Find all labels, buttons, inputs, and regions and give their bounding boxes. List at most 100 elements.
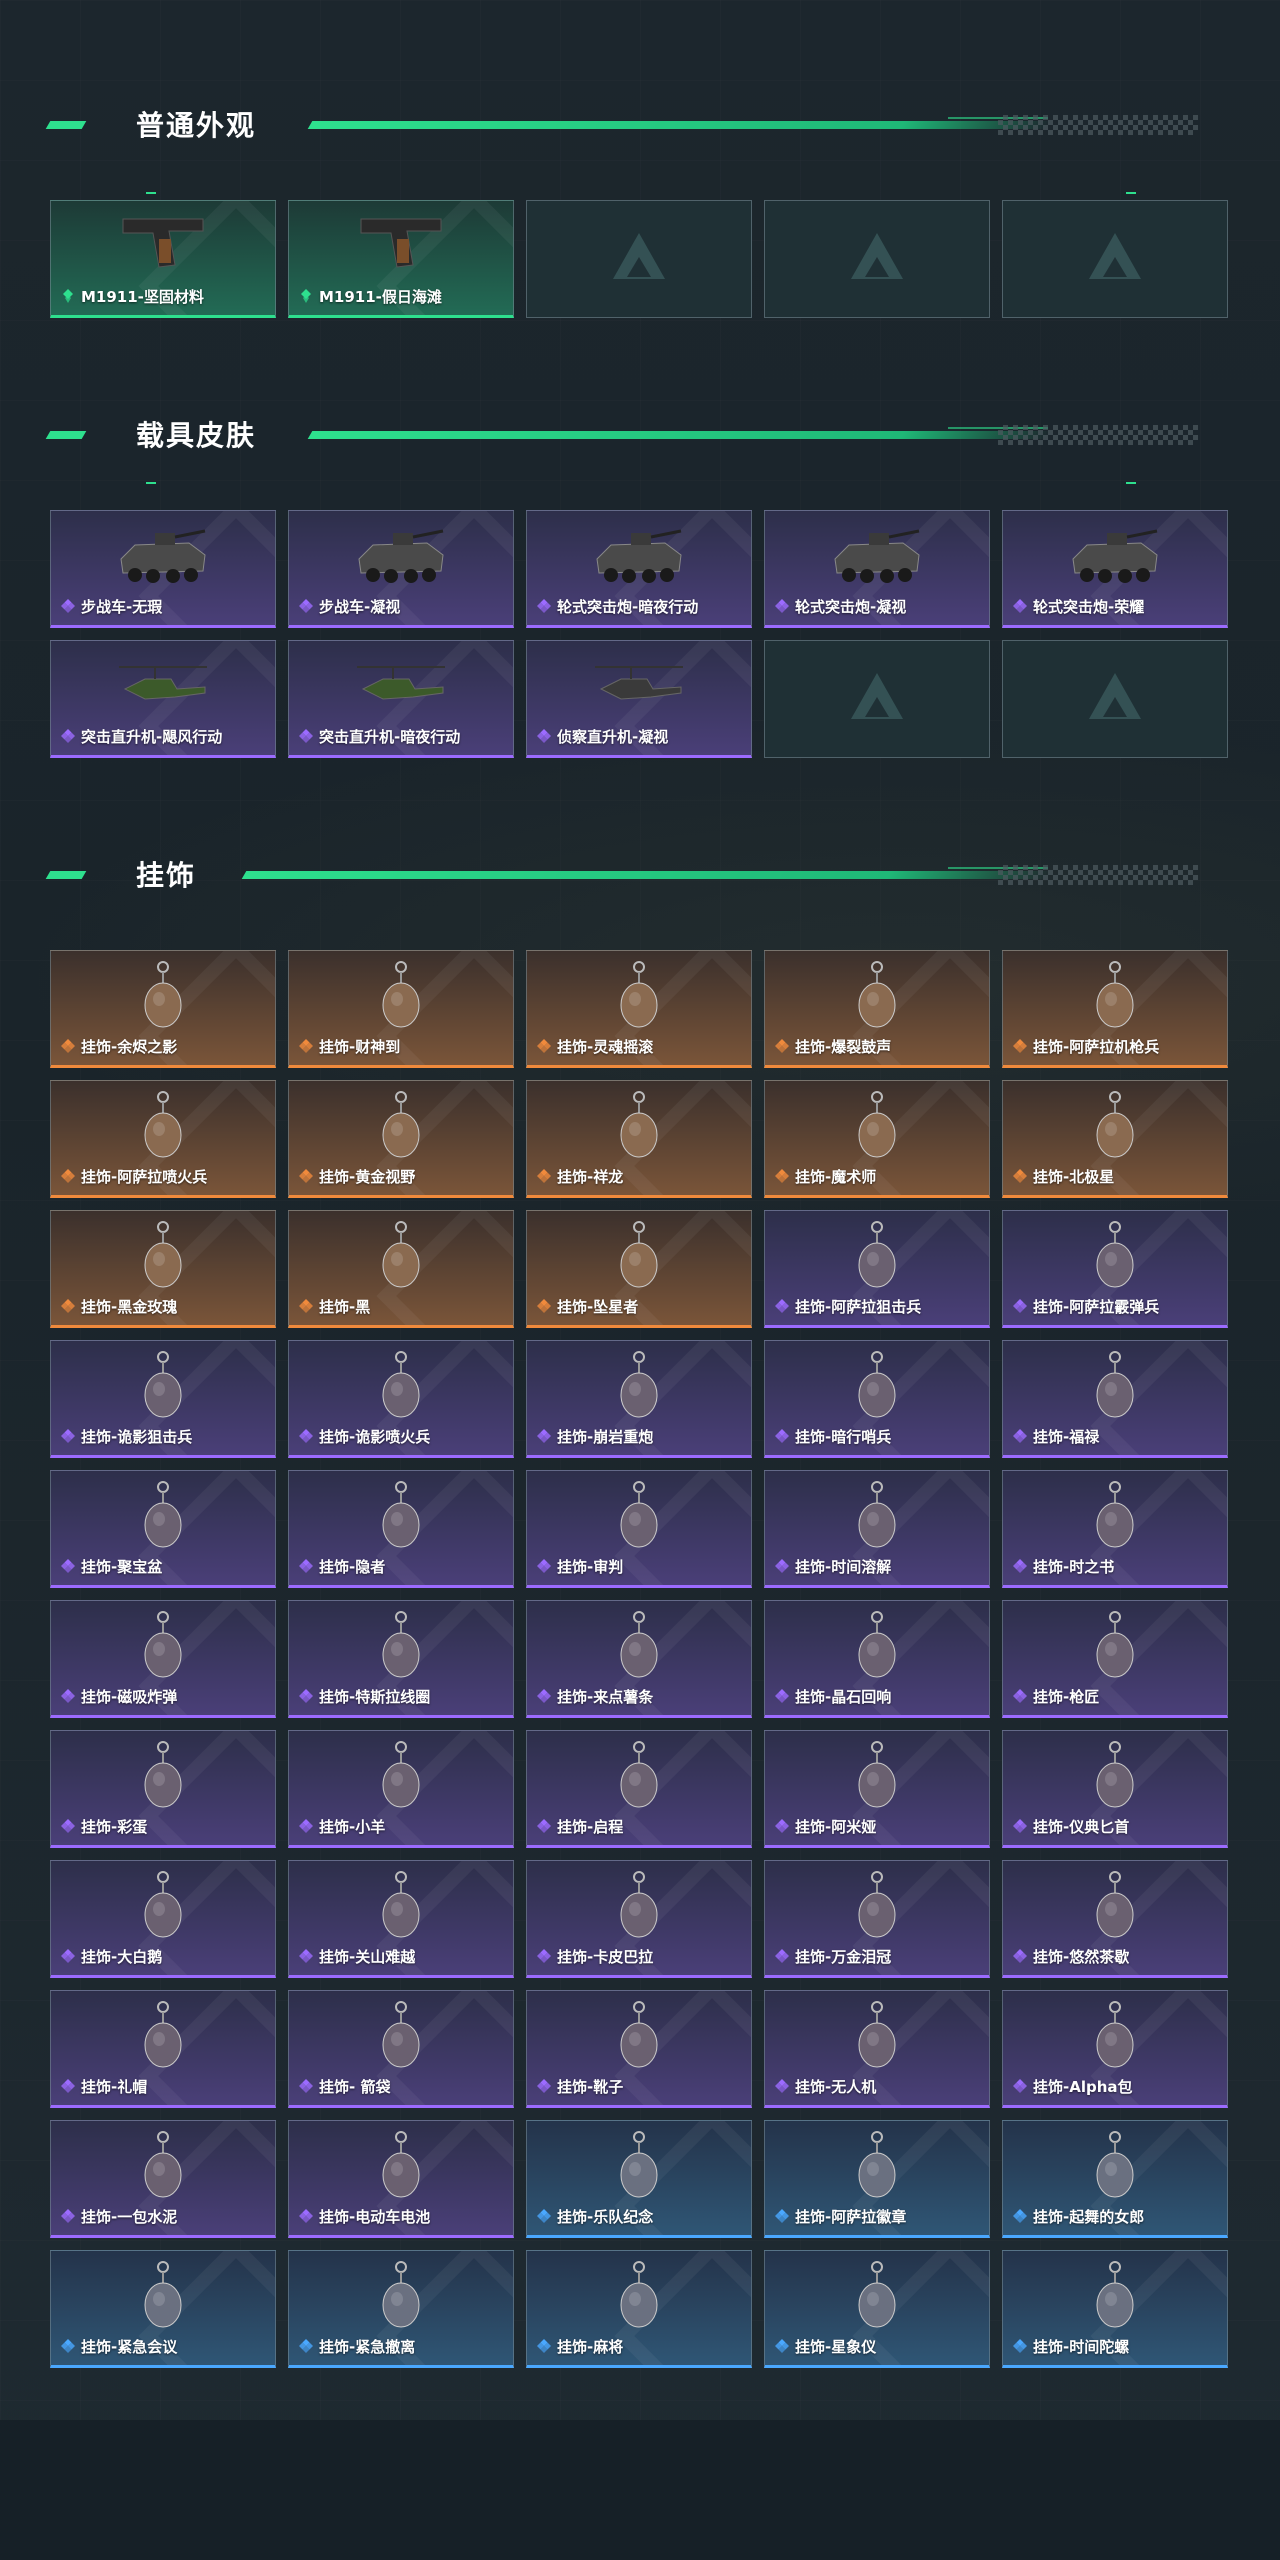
item-card[interactable]: 挂饰-磁吸炸弹 bbox=[50, 1600, 276, 1718]
empty-slot bbox=[764, 200, 990, 318]
item-label: 挂饰-小羊 bbox=[319, 1818, 386, 1836]
item-card[interactable]: 挂饰-彩蛋 bbox=[50, 1730, 276, 1848]
item-card[interactable]: 挂饰-阿萨拉霰弹兵 bbox=[1002, 1210, 1228, 1328]
item-card[interactable]: 挂饰-无人机 bbox=[764, 1990, 990, 2108]
item-card[interactable]: 挂饰-阿萨拉徽章 bbox=[764, 2120, 990, 2238]
item-card[interactable]: 步战车-无瑕 bbox=[50, 510, 276, 628]
item-card[interactable]: 挂饰-Alpha包 bbox=[1002, 1990, 1228, 2108]
item-card[interactable]: 挂饰-星象仪 bbox=[764, 2250, 990, 2368]
item-label: 挂饰-审判 bbox=[557, 1558, 624, 1576]
assault-gun-icon bbox=[829, 519, 925, 595]
item-label: 挂饰-卡皮巴拉 bbox=[557, 1948, 654, 1966]
item-card[interactable]: 挂饰-卡皮巴拉 bbox=[526, 1860, 752, 1978]
item-label: 轮式突击炮-暗夜行动 bbox=[557, 598, 699, 616]
item-card[interactable]: 挂饰-隐者 bbox=[288, 1470, 514, 1588]
scout-helicopter-icon bbox=[591, 649, 687, 725]
charm-icon bbox=[115, 1869, 211, 1945]
item-card[interactable]: M1911-坚固材料 bbox=[50, 200, 276, 318]
item-card[interactable]: 挂饰-麻将 bbox=[526, 2250, 752, 2368]
rarity-diamond-icon bbox=[299, 1039, 313, 1053]
rarity-diamond-icon bbox=[61, 2339, 75, 2353]
item-card[interactable]: 挂饰-祥龙 bbox=[526, 1080, 752, 1198]
item-card[interactable]: 挂饰-乐队纪念 bbox=[526, 2120, 752, 2238]
item-card[interactable]: 挂饰-仪典匕首 bbox=[1002, 1730, 1228, 1848]
item-card[interactable]: 挂饰-聚宝盆 bbox=[50, 1470, 276, 1588]
item-card[interactable]: 挂饰-紧急撤离 bbox=[288, 2250, 514, 2368]
item-card[interactable]: 挂饰-崩岩重炮 bbox=[526, 1340, 752, 1458]
rarity-diamond-icon bbox=[537, 1689, 551, 1703]
item-label: 挂饰-起舞的女郎 bbox=[1033, 2208, 1145, 2226]
header-dash bbox=[45, 121, 87, 129]
item-card[interactable]: 挂饰-阿萨拉机枪兵 bbox=[1002, 950, 1228, 1068]
item-card[interactable]: 挂饰-暗行哨兵 bbox=[764, 1340, 990, 1458]
charm-icon bbox=[829, 1869, 925, 1945]
item-card[interactable]: 挂饰-爆裂鼓声 bbox=[764, 950, 990, 1068]
item-card[interactable]: 挂饰-万金泪冠 bbox=[764, 1860, 990, 1978]
charm-icon bbox=[1067, 2129, 1163, 2205]
item-card[interactable]: 挂饰-余烬之影 bbox=[50, 950, 276, 1068]
item-label: 挂饰-礼帽 bbox=[81, 2078, 148, 2096]
rarity-diamond-icon bbox=[537, 1039, 551, 1053]
item-card[interactable]: 挂饰- 箭袋 bbox=[288, 1990, 514, 2108]
item-card[interactable]: 挂饰-起舞的女郎 bbox=[1002, 2120, 1228, 2238]
item-label: 挂饰-阿萨拉霰弹兵 bbox=[1033, 1298, 1160, 1316]
item-card[interactable]: 挂饰-黄金视野 bbox=[288, 1080, 514, 1198]
item-card[interactable]: 侦察直升机-凝视 bbox=[526, 640, 752, 758]
item-card[interactable]: 挂饰-大白鹅 bbox=[50, 1860, 276, 1978]
item-card[interactable]: 挂饰-北极星 bbox=[1002, 1080, 1228, 1198]
item-card[interactable]: 挂饰-一包水泥 bbox=[50, 2120, 276, 2238]
charm-icon bbox=[115, 1349, 211, 1425]
charm-icon bbox=[115, 2129, 211, 2205]
rarity-diamond-icon bbox=[537, 1429, 551, 1443]
pistol-icon bbox=[353, 209, 449, 285]
charm-icon bbox=[353, 2129, 449, 2205]
item-card[interactable]: 挂饰-关山难越 bbox=[288, 1860, 514, 1978]
footer-band bbox=[0, 2420, 1280, 2560]
item-card[interactable]: 挂饰-黑金玫瑰 bbox=[50, 1210, 276, 1328]
item-card[interactable]: 挂饰-小羊 bbox=[288, 1730, 514, 1848]
rarity-diamond-icon bbox=[537, 1559, 551, 1573]
item-card[interactable]: 挂饰-福禄 bbox=[1002, 1340, 1228, 1458]
item-card[interactable]: 挂饰-阿米娅 bbox=[764, 1730, 990, 1848]
item-card[interactable]: 挂饰-诡影狙击兵 bbox=[50, 1340, 276, 1458]
rarity-diamond-icon bbox=[61, 1169, 75, 1183]
item-card[interactable]: 挂饰-时间陀螺 bbox=[1002, 2250, 1228, 2368]
item-label: 挂饰-财神到 bbox=[319, 1038, 401, 1056]
item-card[interactable]: 挂饰-诡影喷火兵 bbox=[288, 1340, 514, 1458]
item-card[interactable]: 挂饰-电动车电池 bbox=[288, 2120, 514, 2238]
item-card[interactable]: 挂饰-魔术师 bbox=[764, 1080, 990, 1198]
item-card[interactable]: 突击直升机-飓风行动 bbox=[50, 640, 276, 758]
item-card[interactable]: 挂饰-阿萨拉喷火兵 bbox=[50, 1080, 276, 1198]
item-card[interactable]: 突击直升机-暗夜行动 bbox=[288, 640, 514, 758]
item-card[interactable]: 挂饰-来点薯条 bbox=[526, 1600, 752, 1718]
rarity-diamond-icon bbox=[299, 2209, 313, 2223]
charm-icon bbox=[829, 1479, 925, 1555]
item-card[interactable]: 挂饰-特斯拉线圈 bbox=[288, 1600, 514, 1718]
item-card[interactable]: 轮式突击炮-暗夜行动 bbox=[526, 510, 752, 628]
item-card[interactable]: 挂饰-紧急会议 bbox=[50, 2250, 276, 2368]
rarity-diamond-icon bbox=[61, 1039, 75, 1053]
item-card[interactable]: 挂饰-财神到 bbox=[288, 950, 514, 1068]
item-card[interactable]: 轮式突击炮-荣耀 bbox=[1002, 510, 1228, 628]
item-card[interactable]: 挂饰-时间溶解 bbox=[764, 1470, 990, 1588]
item-card[interactable]: 挂饰-靴子 bbox=[526, 1990, 752, 2108]
item-card[interactable]: 挂饰-坠星者 bbox=[526, 1210, 752, 1328]
item-card[interactable]: 步战车-凝视 bbox=[288, 510, 514, 628]
item-card[interactable]: 轮式突击炮-凝视 bbox=[764, 510, 990, 628]
item-card[interactable]: 挂饰-悠然茶歇 bbox=[1002, 1860, 1228, 1978]
item-card[interactable]: 挂饰-枪匠 bbox=[1002, 1600, 1228, 1718]
item-card[interactable]: 挂饰-黑 bbox=[288, 1210, 514, 1328]
rarity-diamond-icon bbox=[775, 2339, 789, 2353]
item-label: 挂饰-阿萨拉机枪兵 bbox=[1033, 1038, 1160, 1056]
charm-icon bbox=[829, 1609, 925, 1685]
item-card[interactable]: 挂饰-时之书 bbox=[1002, 1470, 1228, 1588]
charm-icon bbox=[115, 2259, 211, 2335]
item-card[interactable]: 挂饰-晶石回响 bbox=[764, 1600, 990, 1718]
item-card[interactable]: 挂饰-阿萨拉狙击兵 bbox=[764, 1210, 990, 1328]
item-card[interactable]: 挂饰-灵魂摇滚 bbox=[526, 950, 752, 1068]
item-card[interactable]: 挂饰-礼帽 bbox=[50, 1990, 276, 2108]
item-card[interactable]: 挂饰-审判 bbox=[526, 1470, 752, 1588]
item-card[interactable]: M1911-假日海滩 bbox=[288, 200, 514, 318]
item-card[interactable]: 挂饰-启程 bbox=[526, 1730, 752, 1848]
charm-icon bbox=[115, 959, 211, 1035]
